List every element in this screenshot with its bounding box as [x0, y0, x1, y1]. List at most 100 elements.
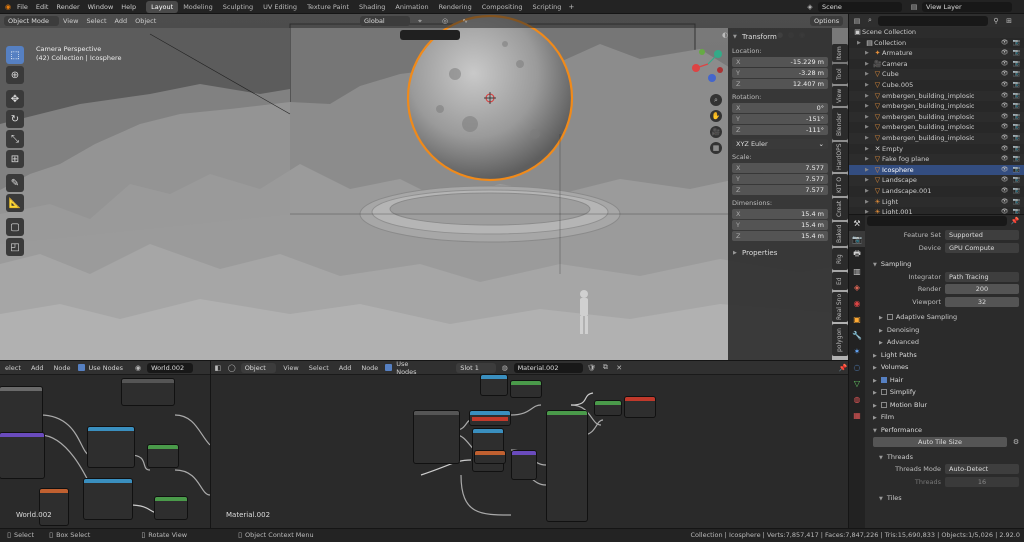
perspective-toggle-icon[interactable]: ▦	[710, 142, 722, 154]
outliner-item[interactable]: ▶▽embergen_building_implosion_a_73 👁 📷	[849, 101, 1024, 112]
transform-tool-icon[interactable]: ⊞	[6, 150, 24, 168]
render-camera-icon[interactable]: 📷	[1013, 144, 1020, 155]
render-camera-icon[interactable]: 📷	[1013, 69, 1020, 80]
render-camera-icon[interactable]: 📷	[1013, 154, 1020, 165]
sidetab-blender[interactable]: Blender	[832, 108, 848, 140]
viewport-menu-select[interactable]: Select	[82, 14, 110, 28]
sidetab-view[interactable]: View	[832, 86, 848, 106]
view-layer-selector[interactable]: View Layer	[922, 2, 1012, 12]
adaptive-sampling-header[interactable]: ▶ Adaptive Sampling	[867, 311, 1024, 324]
outliner-item[interactable]: ▶ ▽ Cube.005 👁 📷	[849, 80, 1024, 91]
render-camera-icon[interactable]: 📷	[1013, 186, 1020, 197]
duplicate-icon[interactable]: ⧉	[600, 363, 610, 373]
render-camera-icon[interactable]: 📷	[1013, 91, 1020, 102]
threads-count-field[interactable]: 16	[945, 476, 1019, 487]
material-output-node[interactable]	[625, 397, 655, 417]
visibility-eye-icon[interactable]: 👁	[1001, 91, 1009, 102]
world-tab-icon[interactable]: ◉	[849, 295, 865, 311]
output-tab-icon[interactable]: 🖶	[849, 247, 865, 263]
viewport-samples-field[interactable]: 32	[945, 296, 1019, 307]
fake-user-shield-icon[interactable]: 🛡	[587, 363, 597, 373]
expand-arrow-icon[interactable]: ▶	[865, 154, 873, 165]
threads-header[interactable]: ▼ Threads	[867, 451, 1024, 464]
light-paths-header[interactable]: ▶ Light Paths	[867, 349, 1024, 362]
visibility-eye-icon[interactable]: 👁	[1001, 48, 1009, 59]
render-camera-icon[interactable]: 📷	[1013, 59, 1020, 70]
principled-bsdf-node[interactable]	[547, 411, 587, 521]
pin-icon[interactable]: 📌	[1010, 216, 1020, 226]
world-menu-select[interactable]: elect	[2, 361, 24, 375]
render-camera-icon[interactable]: 📷	[1013, 101, 1020, 112]
scene-collection-row[interactable]: ▣ Scene Collection	[849, 27, 1024, 38]
properties-panel-header[interactable]: ▶ Properties	[732, 247, 828, 259]
workspace-tab-compositing[interactable]: Compositing	[477, 1, 528, 13]
menu-edit[interactable]: Edit	[32, 0, 53, 14]
expand-arrow-icon[interactable]: ▶	[865, 101, 873, 112]
outliner-item[interactable]: ▶ ▽ Landscape 👁 📷	[849, 175, 1024, 186]
expand-arrow-icon[interactable]: ▶	[865, 59, 873, 70]
world-node[interactable]	[155, 497, 187, 519]
add-object-tool-icon[interactable]: ◰	[6, 238, 24, 256]
outliner-item[interactable]: ▶ ▽ Fake fog plane 👁 📷	[849, 154, 1024, 165]
expand-arrow-icon[interactable]: ▶	[865, 186, 873, 197]
scale-x-field[interactable]: X 7.577	[732, 163, 828, 173]
add-workspace-icon[interactable]: +	[566, 2, 576, 12]
outliner-item[interactable]: ▶▽embergen_building_implosion_a_73 👁 📷	[849, 90, 1024, 102]
visibility-eye-icon[interactable]: 👁	[1001, 112, 1009, 123]
texture-tab-icon[interactable]: ▦	[849, 407, 865, 423]
sidetab-polygon[interactable]: polygon	[832, 324, 848, 356]
scale-z-field[interactable]: Z 7.577	[732, 185, 828, 195]
outliner-item[interactable]: ▶ ▽ Landscape.001 👁 📷	[849, 186, 1024, 197]
object-type-icon[interactable]: ◯	[227, 363, 237, 373]
editor-type-icon[interactable]: ◧	[213, 363, 223, 373]
material-node[interactable]	[473, 429, 503, 471]
outliner-item[interactable]: ▶ ▽ Icosphere 👁 📷	[849, 164, 1024, 176]
funnel-icon[interactable]: ⚲	[991, 16, 1001, 26]
rotate-tool-icon[interactable]: ↻	[6, 110, 24, 128]
material-node[interactable]	[481, 375, 507, 395]
sidetab-creat[interactable]: Creat	[832, 198, 848, 220]
orientation-selector[interactable]: Global	[360, 16, 410, 26]
falloff-icon[interactable]: ∿	[460, 16, 470, 26]
object-tab-icon[interactable]: ▣	[849, 311, 865, 327]
render-samples-field[interactable]: 200	[945, 284, 1019, 295]
display-mode-icon[interactable]: ▤	[852, 16, 862, 26]
workspace-tab-modeling[interactable]: Modeling	[178, 1, 218, 13]
blender-logo-icon[interactable]: ◉	[3, 2, 13, 12]
expand-arrow-icon[interactable]: ▶	[865, 80, 873, 91]
motion-blur-checkbox[interactable]	[880, 401, 887, 408]
motion-blur-header[interactable]: ▶ Motion Blur	[867, 399, 1024, 412]
material-tab-icon[interactable]: ◍	[849, 391, 865, 407]
workspace-tab-sculpting[interactable]: Sculpting	[218, 1, 258, 13]
rotation-x-field[interactable]: X 0°	[732, 103, 828, 113]
location-x-field[interactable]: X -15.229 m	[732, 57, 828, 67]
expand-arrow-icon[interactable]: ▶	[865, 144, 873, 155]
rotation-z-field[interactable]: Z -111°	[732, 125, 828, 135]
material-menu-view[interactable]: View	[280, 361, 301, 375]
pan-hand-icon[interactable]: ✋	[710, 110, 722, 122]
tiles-header[interactable]: ▼ Tiles	[867, 492, 1024, 505]
new-collection-icon[interactable]: ⊞	[1004, 16, 1014, 26]
advanced-header[interactable]: ▶ Advanced	[867, 336, 1024, 349]
simplify-checkbox[interactable]	[880, 389, 887, 395]
render-camera-icon[interactable]: 📷	[1013, 48, 1020, 59]
material-node[interactable]	[475, 451, 505, 463]
material-menu-add[interactable]: Add	[336, 361, 355, 375]
workspace-tab-layout[interactable]: Layout	[146, 1, 179, 13]
physics-tab-icon[interactable]: ◌	[849, 359, 865, 375]
sampling-panel-header[interactable]: ▼ Sampling	[867, 258, 1024, 271]
visibility-eye-icon[interactable]: 👁	[1001, 165, 1009, 176]
menu-help[interactable]: Help	[117, 0, 140, 14]
location-z-field[interactable]: Z 12.407 m	[732, 79, 828, 89]
visibility-eye-icon[interactable]: 👁	[1001, 197, 1009, 208]
render-camera-icon[interactable]: 📷	[1013, 165, 1020, 176]
rotation-mode-dropdown[interactable]: XYZ Euler ⌄	[732, 139, 828, 149]
feature-set-dropdown[interactable]: Supported	[945, 230, 1019, 241]
outliner-item[interactable]: ▶ ☀ Light 👁 📷	[849, 196, 1024, 208]
material-menu-select[interactable]: Select	[306, 361, 332, 375]
visibility-eye-icon[interactable]: 👁	[1001, 133, 1009, 144]
expand-arrow-icon[interactable]: ▶	[865, 48, 873, 59]
expand-arrow-icon[interactable]: ▶	[865, 175, 873, 186]
world-node[interactable]	[148, 445, 178, 467]
expand-arrow-icon[interactable]: ▶	[865, 122, 873, 133]
